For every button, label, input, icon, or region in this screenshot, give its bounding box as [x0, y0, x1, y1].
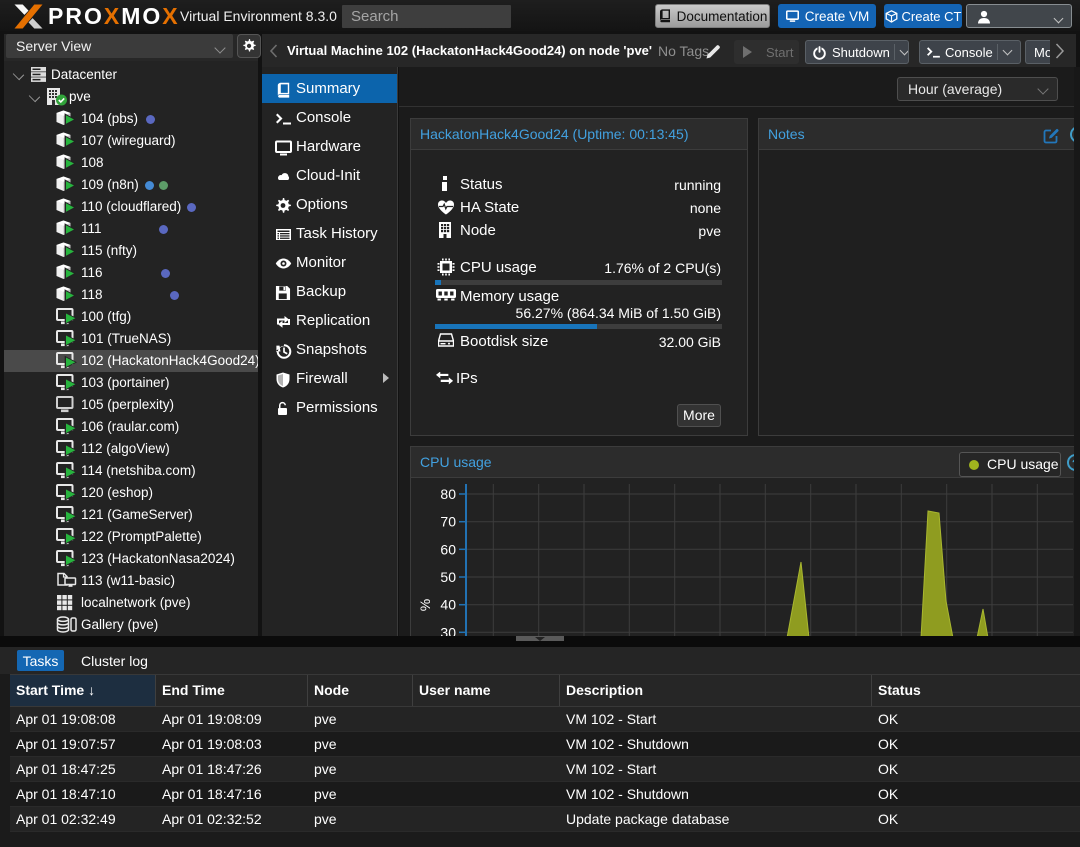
svg-text:%: % — [417, 599, 433, 611]
svg-text:70: 70 — [440, 514, 456, 530]
svg-text:60: 60 — [440, 541, 456, 557]
svg-text:80: 80 — [440, 486, 456, 502]
svg-text:50: 50 — [440, 569, 456, 585]
svg-text:40: 40 — [440, 597, 456, 613]
